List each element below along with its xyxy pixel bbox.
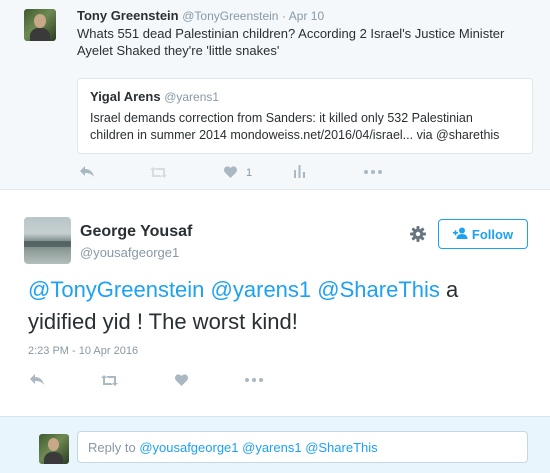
avatar[interactable]: [24, 9, 56, 41]
tweet-text: Whats 551 dead Palestinian children? Acc…: [77, 25, 504, 59]
follow-button-label: Follow: [471, 226, 514, 242]
tweet-text-line: yidified yid ! The worst kind!: [28, 309, 298, 334]
parent-tweet[interactable]: Tony Greenstein @TonyGreenstein · Apr 10…: [0, 0, 550, 190]
mention-link[interactable]: @TonyGreenstein: [28, 277, 204, 302]
quote-text-line: children in summer 2014 mondoweiss.net/2…: [90, 128, 500, 142]
follow-button[interactable]: Follow: [438, 219, 528, 249]
more-icon[interactable]: [245, 378, 263, 382]
quote-text: Israel demands correction from Sanders: …: [90, 110, 499, 144]
author-handle[interactable]: @TonyGreenstein: [182, 9, 278, 23]
avatar[interactable]: [24, 217, 71, 264]
add-user-icon: [452, 227, 468, 242]
tweet-text-line: Ayelet Shaked they're 'little snakes': [77, 43, 280, 58]
avatar: [39, 434, 69, 464]
tweet-text-line: Whats 551 dead Palestinian children? Acc…: [77, 26, 505, 41]
author-name[interactable]: Tony Greenstein: [77, 8, 179, 23]
like-count: 1: [246, 167, 253, 179]
mention-link[interactable]: @yarens1: [211, 277, 312, 302]
analytics-icon[interactable]: [294, 165, 305, 178]
author-handle[interactable]: @yousafgeorge1: [80, 245, 179, 260]
like-icon[interactable]: [224, 166, 237, 178]
mention-link[interactable]: @ShareThis: [317, 277, 440, 302]
quote-author-name: Yigal Arens: [90, 89, 161, 104]
quoted-tweet[interactable]: Yigal Arens @yarens1 Israel demands corr…: [77, 78, 533, 154]
gear-icon[interactable]: [410, 226, 426, 247]
tweet-text: @TonyGreenstein @yarens1 @ShareThis a yi…: [28, 274, 528, 338]
reply-icon[interactable]: [30, 374, 44, 385]
quote-author-line: Yigal Arens @yarens1: [90, 89, 219, 104]
parent-author-line: Tony Greenstein @TonyGreenstein · Apr 10: [77, 8, 324, 23]
reply-input[interactable]: Reply to @yousafgeorge1 @yarens1 @ShareT…: [77, 431, 528, 463]
more-icon[interactable]: [364, 170, 382, 174]
reply-icon[interactable]: [80, 166, 94, 177]
quote-text-line: Israel demands correction from Sanders: …: [90, 111, 473, 125]
tweet-text-fragment: a: [439, 277, 459, 302]
quote-author-handle: @yarens1: [164, 90, 220, 104]
tweet-timestamp[interactable]: 2:23 PM - 10 Apr 2016: [28, 345, 138, 357]
tweet-date[interactable]: · Apr 10: [282, 9, 324, 23]
retweet-icon[interactable]: [150, 167, 167, 178]
reply-mentions: @yousafgeorge1 @yarens1 @ShareThis: [139, 440, 378, 455]
like-icon[interactable]: [175, 374, 188, 386]
retweet-icon[interactable]: [101, 375, 118, 386]
reply-placeholder: Reply to: [88, 440, 140, 455]
author-name[interactable]: George Yousaf: [80, 223, 192, 241]
